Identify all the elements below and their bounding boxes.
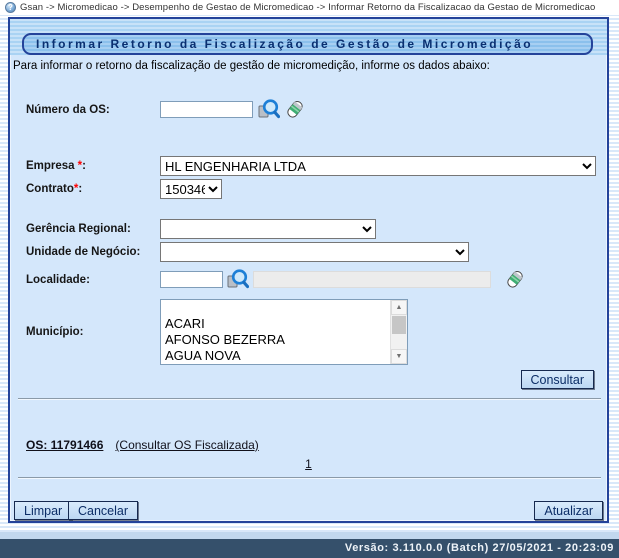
localidade-row: Localidade: xyxy=(26,268,596,291)
scrollbar-thumb[interactable] xyxy=(392,316,406,334)
intro-text: Para informar o retorno da fiscalização … xyxy=(13,60,490,72)
empresa-row: Empresa *: HL ENGENHARIA LTDA xyxy=(26,156,596,176)
clear-os-icon[interactable] xyxy=(283,98,306,121)
contrato-label: Contrato*: xyxy=(26,183,83,195)
clear-localidade-icon[interactable] xyxy=(503,268,526,291)
numero-os-label: Número da OS: xyxy=(26,103,110,116)
unidade-negocio-select[interactable] xyxy=(160,242,469,262)
search-localidade-icon[interactable] xyxy=(226,268,249,291)
limpar-button[interactable]: Limpar xyxy=(14,501,73,520)
version-footer: Versão: 3.110.0.0 (Batch) 27/05/2021 - 2… xyxy=(0,539,619,558)
breadcrumb: ? Gsan -> Micromedicao -> Desempenho de … xyxy=(0,0,619,15)
scroll-up-icon[interactable]: ▲ xyxy=(391,300,407,315)
municipio-label: Município: xyxy=(26,326,84,338)
numero-os-input[interactable] xyxy=(160,101,253,118)
search-os-icon[interactable] xyxy=(257,98,280,121)
help-icon[interactable]: ? xyxy=(5,2,16,13)
list-item[interactable]: AGUA NOVA xyxy=(161,348,390,364)
divider xyxy=(18,398,601,400)
scroll-down-icon[interactable]: ▼ xyxy=(391,349,407,364)
gerencia-regional-label: Gerência Regional: xyxy=(26,223,131,235)
scrollbar-track[interactable] xyxy=(391,335,407,349)
contrato-row: Contrato*: 150346 xyxy=(26,179,596,199)
atualizar-button[interactable]: Atualizar xyxy=(534,501,603,520)
municipio-row: Município: ACARI AFONSO BEZERRA AGUA NOV… xyxy=(26,299,596,365)
breadcrumb-text: Gsan -> Micromedicao -> Desempenho de Ge… xyxy=(20,2,596,13)
localidade-descricao-field xyxy=(253,271,491,288)
contrato-select[interactable]: 150346 xyxy=(160,179,222,199)
localidade-label: Localidade: xyxy=(26,273,90,286)
header-band: Informar Retorno da Fiscalização de Gest… xyxy=(10,19,607,55)
empresa-label: Empresa *: xyxy=(26,160,86,172)
listbox-scrollbar[interactable]: ▲ ▼ xyxy=(390,300,407,364)
pagination: 1 xyxy=(10,455,607,473)
municipio-options: ACARI AFONSO BEZERRA AGUA NOVA xyxy=(161,300,390,364)
consultar-button[interactable]: Consultar xyxy=(520,370,594,389)
main-panel: Informar Retorno da Fiscalização de Gest… xyxy=(8,17,609,523)
page-number-link[interactable]: 1 xyxy=(305,457,312,471)
cancelar-button[interactable]: Cancelar xyxy=(68,501,139,520)
list-item[interactable] xyxy=(161,300,390,316)
footer-accent-strip xyxy=(0,532,619,539)
list-item[interactable]: AFONSO BEZERRA xyxy=(161,332,390,348)
numero-os-row: Número da OS: xyxy=(26,98,596,121)
divider xyxy=(18,477,601,479)
localidade-input[interactable] xyxy=(160,271,223,288)
empresa-select[interactable]: HL ENGENHARIA LTDA xyxy=(160,156,596,176)
page-title: Informar Retorno da Fiscalização de Gest… xyxy=(22,33,593,55)
gerencia-regional-row: Gerência Regional: xyxy=(26,219,596,239)
consultar-os-fiscalizada-link[interactable]: (Consultar OS Fiscalizada) xyxy=(115,438,258,452)
os-number-link[interactable]: OS: 11791466 xyxy=(26,438,103,452)
municipio-listbox[interactable]: ACARI AFONSO BEZERRA AGUA NOVA ▲ ▼ xyxy=(160,299,408,365)
os-result-row: OS: 11791466 (Consultar OS Fiscalizada) xyxy=(26,438,259,452)
gerencia-regional-select[interactable] xyxy=(160,219,376,239)
unidade-negocio-row: Unidade de Negócio: xyxy=(26,242,596,262)
list-item[interactable]: ACARI xyxy=(161,316,390,332)
unidade-negocio-label: Unidade de Negócio: xyxy=(26,246,141,258)
